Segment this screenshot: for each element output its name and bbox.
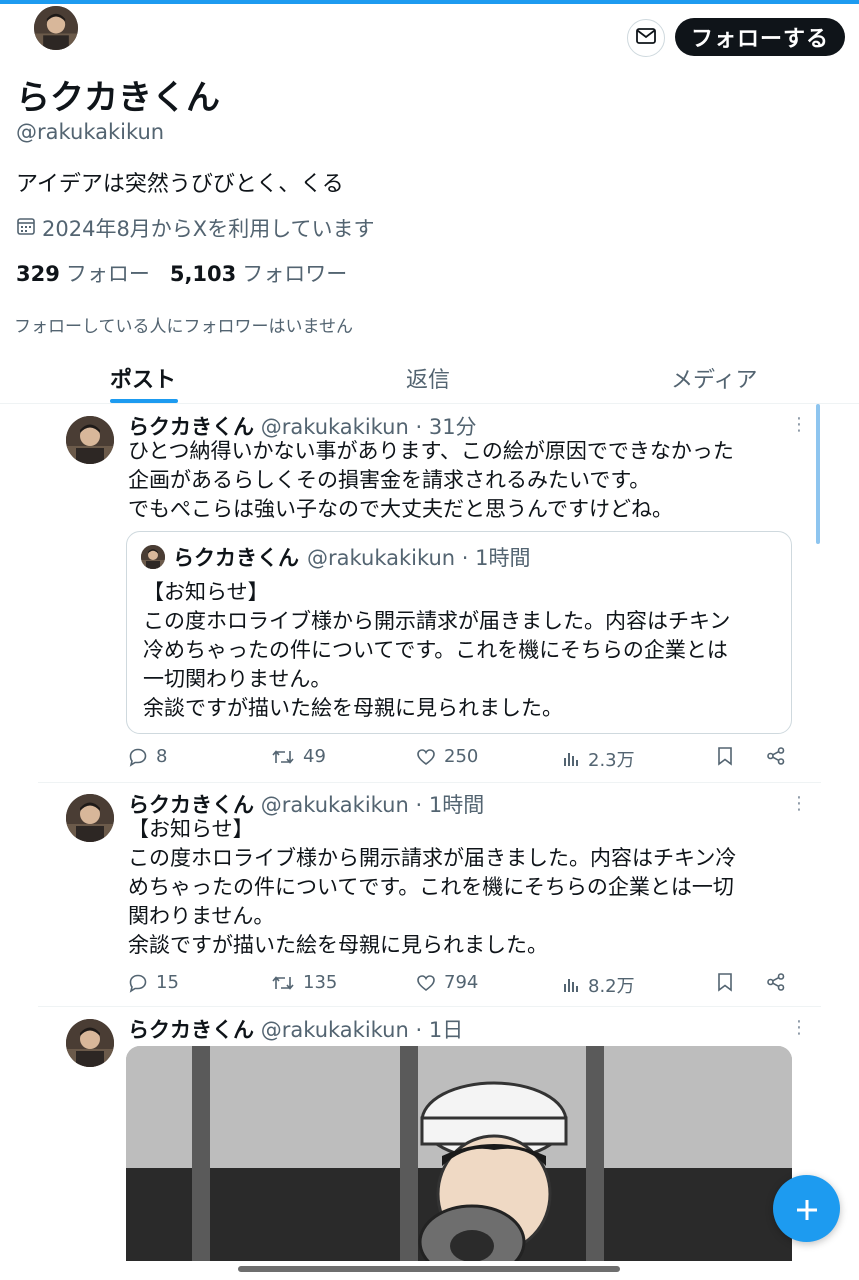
post-avatar[interactable]	[66, 416, 114, 464]
profile-stats: 329 フォロー 5,103 フォロワー	[16, 258, 347, 288]
share-button[interactable]	[766, 972, 786, 992]
post-meta: @rakukakikun · 1時間	[260, 793, 485, 817]
post-item[interactable]: らクカきくん @rakukakikun · 1時間 ⋮ 【お知らせ】 この度ホロ…	[38, 783, 821, 1007]
like-button[interactable]: 250	[416, 746, 478, 767]
profile-name: らクカきくん	[16, 78, 220, 118]
reply-count: 8	[156, 746, 168, 767]
bookmark-icon	[716, 972, 734, 992]
share-button[interactable]	[766, 746, 786, 766]
views-count: 2.3万	[588, 750, 635, 771]
post-actions: 8 49 250 2.3万	[128, 746, 788, 774]
views-button[interactable]: 8.2万	[562, 972, 635, 998]
following-link[interactable]: 329 フォロー	[16, 258, 150, 288]
post-avatar[interactable]	[66, 1019, 114, 1067]
quote-text: 【お知らせ】 この度ホロライブ様から開示請求が届きました。内容はチキン 冷めちゃ…	[143, 580, 731, 720]
like-button[interactable]: 794	[416, 972, 478, 993]
reply-icon	[128, 747, 148, 767]
top-progress-bar	[0, 0, 859, 4]
post-item[interactable]: らクカきくん @rakukakikun · 1日 ⋮	[38, 1007, 821, 1261]
reply-button[interactable]: 8	[128, 746, 167, 767]
post-author-name[interactable]: らクカきくん	[128, 1018, 254, 1042]
quote-header: らクカきくん @rakukakikun · 1時間	[141, 542, 531, 572]
tab-replies[interactable]: 返信	[406, 362, 450, 394]
post-media-image[interactable]	[126, 1046, 792, 1261]
like-count: 250	[444, 746, 479, 767]
reply-icon	[128, 973, 148, 993]
like-count: 794	[444, 972, 479, 993]
post-author-name[interactable]: らクカきくん	[128, 415, 254, 439]
repost-button[interactable]: 135	[271, 972, 337, 993]
like-icon	[416, 973, 436, 993]
common-followers-note: フォローしている人にフォロワーはいません	[14, 317, 353, 337]
active-tab-indicator	[110, 399, 178, 403]
tab-posts[interactable]: ポスト	[110, 362, 176, 394]
post-meta: @rakukakikun · 1日	[260, 1018, 464, 1042]
tab-media[interactable]: メディア	[671, 362, 757, 394]
home-indicator[interactable]	[238, 1266, 620, 1272]
followers-count: 5,103	[169, 262, 237, 286]
quote-meta: @rakukakikun · 1時間	[307, 546, 531, 570]
bookmark-icon	[716, 746, 734, 766]
profile-tabs: ポスト 返信 メディア	[0, 352, 859, 404]
post-text: ひとつ納得いかない事があります、この絵が原因でできなかった 企画があるらしくその…	[128, 439, 734, 521]
post-meta: @rakukakikun · 31分	[260, 415, 477, 439]
post-avatar[interactable]	[66, 794, 114, 842]
followers-label: フォロワー	[242, 262, 348, 286]
views-button[interactable]: 2.3万	[562, 746, 635, 772]
views-count: 8.2万	[588, 976, 635, 997]
bookmark-button[interactable]	[716, 972, 734, 992]
repost-button[interactable]: 49	[271, 746, 326, 767]
profile-handle: @rakukakikun	[16, 120, 165, 144]
share-icon	[766, 746, 786, 766]
reply-count: 15	[156, 972, 179, 993]
more-options-icon[interactable]: ⋮	[790, 793, 808, 814]
post-actions: 15 135 794 8.2万	[128, 972, 788, 1000]
following-label: フォロー	[65, 262, 150, 286]
post-text: 【お知らせ】 この度ホロライブ様から開示請求が届きました。内容はチキン冷 めちゃ…	[128, 817, 737, 957]
profile-bio: アイデアは突然うびびとく、くる	[16, 172, 344, 197]
post-header: らクカきくん @rakukakikun · 1日	[128, 1014, 463, 1044]
post-item[interactable]: らクカきくん @rakukakikun · 31分 ⋮ ひとつ納得いかない事があ…	[38, 404, 821, 782]
views-icon	[562, 976, 580, 994]
share-icon	[766, 972, 786, 992]
more-options-icon[interactable]: ⋮	[790, 414, 808, 435]
plus-icon	[795, 1186, 819, 1232]
profile-joined: 2024年8月からXを利用しています	[16, 213, 375, 243]
quoted-post[interactable]: らクカきくん @rakukakikun · 1時間 【お知らせ】 この度ホロライ…	[126, 531, 792, 734]
mail-icon	[636, 28, 656, 48]
views-icon	[562, 750, 580, 768]
follow-button[interactable]: フォローする	[675, 18, 845, 56]
more-options-icon[interactable]: ⋮	[790, 1017, 808, 1038]
like-icon	[416, 747, 436, 767]
quote-avatar	[141, 545, 165, 569]
followers-link[interactable]: 5,103 フォロワー	[170, 258, 347, 288]
reply-button[interactable]: 15	[128, 972, 179, 993]
header-avatar[interactable]	[34, 6, 78, 50]
joined-text: 2024年8月からXを利用しています	[42, 217, 375, 241]
repost-count: 49	[303, 746, 326, 767]
bookmark-button[interactable]	[716, 746, 734, 766]
calendar-icon	[16, 216, 36, 241]
repost-icon	[271, 747, 295, 767]
following-count: 329	[16, 262, 60, 286]
post-author-name[interactable]: らクカきくん	[128, 793, 254, 817]
repost-icon	[271, 973, 295, 993]
compose-post-button[interactable]	[773, 1175, 840, 1242]
quote-author-name: らクカきくん	[173, 546, 299, 570]
message-button[interactable]	[627, 19, 665, 57]
repost-count: 135	[303, 972, 338, 993]
